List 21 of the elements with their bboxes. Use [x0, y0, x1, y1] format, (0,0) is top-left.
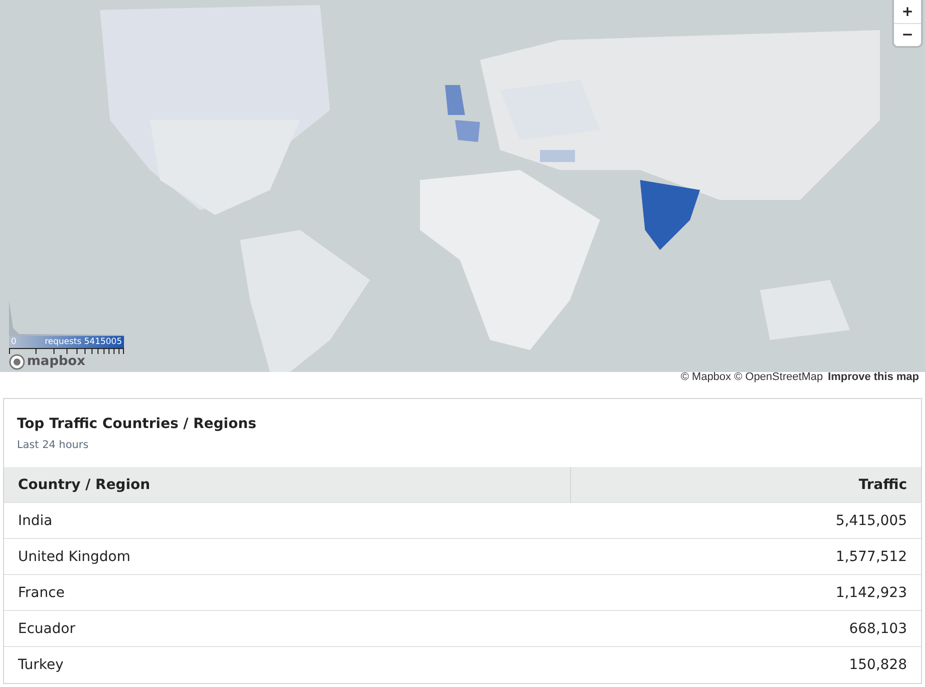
country-cell: Ecuador: [4, 610, 571, 646]
column-header: Traffic: [570, 467, 921, 502]
country-cell: India: [4, 502, 571, 538]
country-cell: United Kingdom: [4, 538, 571, 574]
zoom-out-button[interactable]: −: [894, 23, 921, 46]
card-subtitle: Last 24 hours: [16, 438, 90, 452]
logo-icon: [9, 354, 25, 370]
traffic-cell: 1,577,512: [570, 538, 921, 574]
traffic-cell: 5,415,005: [570, 502, 921, 538]
mapbox-logo: mapbox: [27, 354, 86, 370]
traffic-cell: 1,142,923: [570, 574, 921, 610]
traffic-cell: 668,103: [570, 610, 921, 646]
country-cell: Turkey: [4, 646, 571, 682]
legend-max-label: requests 5415005: [44, 336, 122, 348]
improve-map-link[interactable]: Improve this map: [828, 370, 919, 384]
column-header: Country / Region: [4, 467, 571, 502]
attribution-text: © Mapbox © OpenStreetMap: [680, 370, 823, 384]
country-cell: France: [4, 574, 571, 610]
traffic-cell: 150,828: [570, 646, 921, 682]
card-title: Top Traffic Countries / Regions: [16, 415, 258, 433]
legend-min-label: 0: [11, 336, 16, 348]
